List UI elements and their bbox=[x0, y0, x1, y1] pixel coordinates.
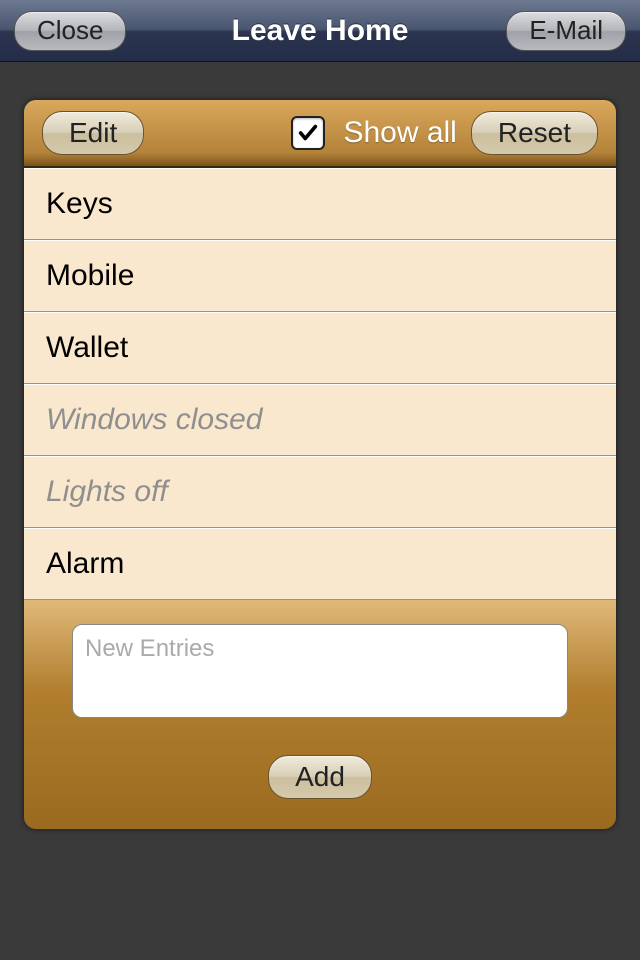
item-list: Keys Mobile Wallet Windows closed Lights… bbox=[24, 168, 616, 600]
nav-bar: Close Leave Home E-Mail bbox=[0, 0, 640, 62]
list-item[interactable]: Mobile bbox=[24, 240, 616, 312]
content: Edit Show all Reset Keys Mobile Wallet W… bbox=[0, 62, 640, 829]
list-item[interactable]: Alarm bbox=[24, 528, 616, 600]
email-button[interactable]: E-Mail bbox=[506, 11, 626, 51]
list-item[interactable]: Lights off bbox=[24, 456, 616, 528]
edit-button[interactable]: Edit bbox=[42, 111, 144, 155]
new-entries-input[interactable] bbox=[72, 624, 568, 718]
bottom-section: Add bbox=[24, 600, 616, 829]
show-all-label: Show all bbox=[343, 116, 456, 150]
show-all-checkbox[interactable] bbox=[291, 116, 325, 150]
card-toolbar: Edit Show all Reset bbox=[24, 100, 616, 168]
list-item[interactable]: Wallet bbox=[24, 312, 616, 384]
add-button[interactable]: Add bbox=[268, 755, 372, 799]
close-button[interactable]: Close bbox=[14, 11, 126, 51]
reset-button[interactable]: Reset bbox=[471, 111, 598, 155]
list-item[interactable]: Keys bbox=[24, 168, 616, 240]
add-row: Add bbox=[72, 755, 568, 799]
list-item[interactable]: Windows closed bbox=[24, 384, 616, 456]
card: Edit Show all Reset Keys Mobile Wallet W… bbox=[24, 100, 616, 829]
check-icon bbox=[297, 122, 319, 144]
